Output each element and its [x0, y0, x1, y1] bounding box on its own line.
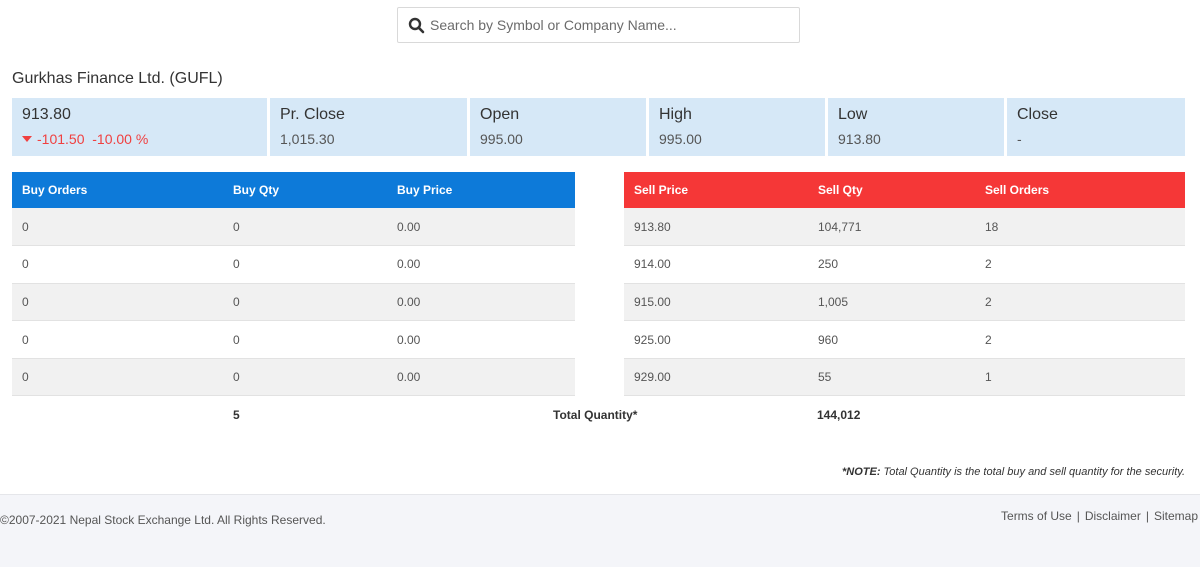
buy-qty-cell: 0: [223, 320, 387, 359]
table-row: 0 0 0.00: [12, 358, 575, 397]
open-box: Open 995.00: [470, 98, 646, 156]
company-title: Gurkhas Finance Ltd. (GUFL): [12, 70, 223, 87]
buy-orders-cell: 0: [12, 283, 223, 322]
sell-orders-cell: 2: [975, 320, 1185, 359]
link-separator: |: [1076, 509, 1080, 523]
buy-qty-cell: 0: [223, 358, 387, 397]
high-label: High: [659, 106, 692, 123]
sell-orders-cell: 18: [975, 208, 1185, 247]
buy-qty-cell: 0: [223, 283, 387, 322]
sell-qty-cell: 55: [808, 358, 975, 397]
close-value: -: [1017, 131, 1022, 147]
price-change: -101.50 -10.00 %: [22, 131, 257, 147]
close-label: Close: [1017, 106, 1058, 123]
terms-of-use-link[interactable]: Terms of Use: [1001, 509, 1072, 523]
sell-qty-cell: 960: [808, 320, 975, 359]
table-row: 914.00 250 2: [624, 245, 1185, 284]
note-prefix: *NOTE:: [842, 466, 881, 478]
open-label: Open: [480, 106, 520, 123]
low-value: 913.80: [838, 131, 881, 147]
note-text: Total Quantity is the total buy and sell…: [880, 466, 1185, 478]
table-row: 0 0 0.00: [12, 245, 575, 284]
table-row: 0 0 0.00: [12, 283, 575, 322]
price-change-value: -101.50 -10.00 %: [37, 131, 149, 147]
buy-orders-cell: 0: [12, 245, 223, 284]
total-sell-qty: 144,012: [817, 408, 861, 422]
ltp-value: 913.80: [22, 106, 71, 123]
sell-price-cell: 925.00: [624, 320, 808, 359]
buy-orders-header: Buy Orders: [12, 172, 223, 208]
buy-orders-cell: 0: [12, 358, 223, 397]
buy-price-header: Buy Price: [387, 172, 575, 208]
close-box: Close -: [1007, 98, 1185, 156]
buy-price-cell: 0.00: [387, 245, 575, 284]
footer-links: Terms of Use | Disclaimer | Sitemap: [1001, 509, 1198, 523]
footer: ©2007-2021 Nepal Stock Exchange Ltd. All…: [0, 494, 1200, 567]
table-row: 0 0 0.00: [12, 320, 575, 359]
table-row: 925.00 960 2: [624, 320, 1185, 359]
sell-orders-table: Sell Price Sell Qty Sell Orders 913.80 1…: [624, 172, 1185, 397]
buy-price-cell: 0.00: [387, 283, 575, 322]
ltp-box: 913.80 -101.50 -10.00 %: [12, 98, 267, 156]
sell-orders-header: Sell Orders: [975, 172, 1185, 208]
table-row: 915.00 1,005 2: [624, 283, 1185, 322]
total-quantity-label: Total Quantity*: [553, 408, 638, 422]
pr-close-box: Pr. Close 1,015.30: [270, 98, 467, 156]
price-summary: 913.80 -101.50 -10.00 % Pr. Close 1,015.…: [12, 98, 1185, 156]
sell-orders-cell: 2: [975, 245, 1185, 284]
disclaimer-link[interactable]: Disclaimer: [1085, 509, 1141, 523]
open-value: 995.00: [480, 131, 523, 147]
buy-price-cell: 0.00: [387, 320, 575, 359]
link-separator: |: [1145, 509, 1149, 523]
low-box: Low 913.80: [828, 98, 1004, 156]
sell-price-cell: 914.00: [624, 245, 808, 284]
search-input[interactable]: [430, 10, 790, 40]
sell-qty-cell: 104,771: [808, 208, 975, 247]
sitemap-link[interactable]: Sitemap: [1154, 509, 1198, 523]
buy-orders-table: Buy Orders Buy Qty Buy Price 0 0 0.00 0 …: [12, 172, 575, 397]
table-row: 913.80 104,771 18: [624, 208, 1185, 247]
total-quantity-note: *NOTE: Total Quantity is the total buy a…: [842, 466, 1185, 478]
pr-close-label: Pr. Close: [280, 106, 345, 123]
buy-qty-cell: 0: [223, 208, 387, 247]
triangle-down-icon: [22, 136, 32, 142]
search-icon: [408, 16, 426, 34]
buy-price-cell: 0.00: [387, 358, 575, 397]
pr-close-value: 1,015.30: [280, 131, 335, 147]
table-row: 0 0 0.00: [12, 208, 575, 247]
sell-price-cell: 913.80: [624, 208, 808, 247]
sell-qty-cell: 250: [808, 245, 975, 284]
table-row: 929.00 55 1: [624, 358, 1185, 397]
low-label: Low: [838, 106, 868, 123]
sell-qty-header: Sell Qty: [808, 172, 975, 208]
buy-price-cell: 0.00: [387, 208, 575, 247]
high-value: 995.00: [659, 131, 702, 147]
total-buy-qty: 5: [233, 408, 240, 422]
sell-price-cell: 929.00: [624, 358, 808, 397]
sell-orders-cell: 1: [975, 358, 1185, 397]
sell-qty-cell: 1,005: [808, 283, 975, 322]
sell-price-header: Sell Price: [624, 172, 808, 208]
buy-orders-cell: 0: [12, 208, 223, 247]
search-box[interactable]: [397, 7, 800, 43]
copyright: ©2007-2021 Nepal Stock Exchange Ltd. All…: [0, 513, 326, 527]
sell-price-cell: 915.00: [624, 283, 808, 322]
buy-orders-cell: 0: [12, 320, 223, 359]
buy-qty-cell: 0: [223, 245, 387, 284]
high-box: High 995.00: [649, 98, 825, 156]
buy-qty-header: Buy Qty: [223, 172, 387, 208]
sell-orders-cell: 2: [975, 283, 1185, 322]
